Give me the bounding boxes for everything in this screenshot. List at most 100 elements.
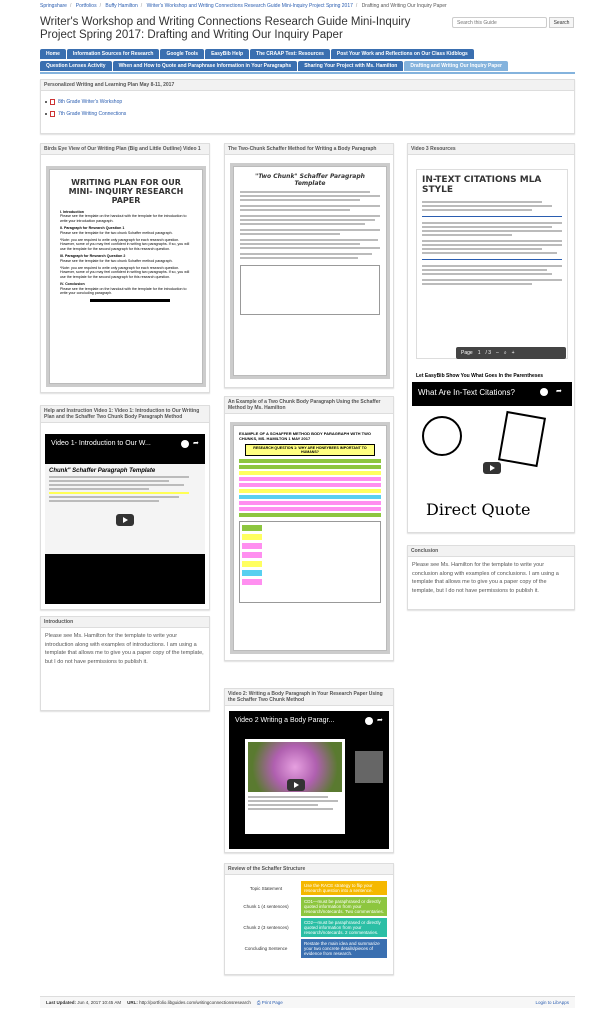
video-2-player[interactable]: Video 2 Writing a Body Paragr... ➦	[229, 711, 389, 849]
breadcrumb: Springshare / Portfolios / Buffy Hamilton /…	[40, 3, 447, 9]
zoom-out-button[interactable]: –	[496, 350, 499, 356]
head-drawing-icon	[422, 416, 462, 456]
box-header: An Example of a Two Chunk Body Paragraph…	[225, 397, 393, 414]
introduction-text: Please see Ms. Hamilton for the template…	[45, 633, 204, 665]
template-table	[240, 265, 380, 315]
video-2-box: Video 2: Writing a Body Paragraph in You…	[224, 688, 394, 853]
direct-quote-text: Direct Quote	[426, 500, 531, 519]
tab-easybib-help[interactable]: EasyBib Help	[205, 49, 250, 59]
play-button[interactable]	[483, 462, 501, 474]
page-title: Writer's Workshop and Writing Connection…	[40, 16, 411, 41]
play-button[interactable]	[116, 514, 134, 526]
breadcrumb-item[interactable]: Buffy Hamilton	[105, 3, 137, 9]
video-title: Video 2 Writing a Body Paragr...	[235, 717, 335, 724]
last-updated-label: Last Updated:	[46, 1000, 77, 1005]
play-button[interactable]	[287, 779, 305, 791]
tab-sharing-project[interactable]: Sharing Your Project with Ms. Hamilton	[298, 61, 404, 71]
login-link[interactable]: Login to LibApps	[535, 1000, 569, 1005]
arrow-icon	[90, 298, 170, 302]
page-total: / 3	[485, 350, 492, 356]
list-item: 7th Grade Writing Connections	[45, 111, 574, 117]
print-icon: ⎙	[256, 1000, 261, 1005]
review-row: Topic Statement Use the RACE strategy to …	[231, 881, 387, 895]
doc-title: WRITING PLAN FOR OUR MINI- INQUIRY RESEA…	[68, 178, 184, 205]
bullet	[45, 113, 47, 115]
box-header: Video 3 Resources	[408, 144, 574, 155]
doc-title: IN-TEXT CITATIONS MLA STYLE	[422, 175, 542, 195]
box-header: Help and Instruction Video 1: Video 1: I…	[41, 406, 209, 423]
zoom-in-button[interactable]: +	[512, 350, 515, 356]
print-label: Print Page	[261, 1000, 283, 1005]
video-title: What Are In-Text Citations?	[418, 388, 515, 397]
video-3-player[interactable]: What Are In-Text Citations? ➦ Direct Quo…	[412, 382, 572, 532]
search-button[interactable]: Search	[549, 17, 574, 28]
conclusion-text: Please see Ms. Hamilton for the template…	[412, 562, 559, 594]
clock-icon[interactable]	[365, 717, 373, 725]
review-row: Chunk 2 (3 sentences) CD2—must be paraphr…	[231, 918, 387, 937]
review-row: Concluding Sentence Restate the main idea…	[231, 939, 387, 958]
template-document[interactable]: "Two Chunk" Schaffer Paragraph Template	[233, 166, 387, 376]
link-7th-grade[interactable]: 7th Grade Writing Connections	[58, 111, 126, 117]
doc-title: "Two Chunk" Schaffer Paragraph Template	[255, 173, 365, 187]
review-row: Chunk 1 (4 sentences) CD1—must be paraphr…	[231, 897, 387, 916]
conclusion-box: Conclusion Please see Ms. Hamilton for t…	[407, 545, 575, 610]
share-icon[interactable]: ➦	[193, 440, 201, 448]
nav-row-1: Home Information Sources for Research Go…	[40, 49, 474, 59]
help-video-box: Help and Instruction Video 1: Video 1: I…	[40, 405, 210, 610]
example-table	[239, 521, 381, 603]
pdf-icon	[50, 99, 55, 105]
share-icon[interactable]: ➦	[556, 388, 564, 396]
breadcrumb-item[interactable]: Writer's Workshop and Writing Connection…	[147, 3, 353, 9]
video-3-box: Video 3 Resources IN-TEXT CITATIONS MLA …	[407, 143, 575, 533]
box-header: Video 2: Writing a Body Paragraph in You…	[225, 689, 393, 706]
video-1-player[interactable]: Video 1- Introduction to Our W... ➦ Chun…	[45, 434, 205, 604]
mla-document[interactable]: IN-TEXT CITATIONS MLA STYLE	[416, 169, 568, 359]
page-label: Page	[461, 350, 473, 356]
tab-quote-paraphrase[interactable]: When and How to Quote and Paraphrase Inf…	[112, 61, 298, 71]
search-input[interactable]	[452, 17, 547, 28]
pdf-page-controls: Page 1 / 3 – ⌕ +	[456, 347, 566, 359]
personalized-plan-box: Personalized Writing and Learning Plan M…	[40, 79, 575, 134]
breadcrumb-item[interactable]: Springshare	[40, 3, 67, 9]
tab-google-tools[interactable]: Google Tools	[160, 49, 205, 59]
tab-information-sources[interactable]: Information Sources for Research	[66, 49, 160, 59]
tab-kidblogs[interactable]: Post Your Work and Reflections on Our Cl…	[330, 49, 474, 59]
pdf-icon	[50, 111, 55, 117]
tab-drafting-writing[interactable]: Drafting and Writing Our Inquiry Paper	[404, 61, 508, 71]
research-question: RESEARCH QUESTION 1: WHY ARE HONEYBEES I…	[245, 444, 375, 456]
two-chunk-box: The Two-Chunk Schaffer Method for Writin…	[224, 143, 394, 388]
clock-icon[interactable]	[181, 440, 189, 448]
bullet	[45, 101, 47, 103]
example-box: An Example of a Two Chunk Body Paragraph…	[224, 396, 394, 661]
birds-eye-box: Birds Eye View of Our Writing Plan (Big …	[40, 143, 210, 393]
box-header: Birds Eye View of Our Writing Plan (Big …	[41, 144, 209, 155]
paper-drawing-icon	[497, 410, 547, 468]
introduction-box: Introduction Please see Ms. Hamilton for…	[40, 616, 210, 711]
last-updated: Jun 4, 2017 10:45 AM	[77, 1000, 122, 1005]
video-caption: Let EasyBib Show You What Goes In the Pa…	[416, 373, 544, 379]
nav-underline	[40, 72, 575, 74]
review-box: Review of the Schaffer Structure Topic S…	[224, 863, 394, 975]
url-label: URL:	[127, 1000, 138, 1005]
writing-plan-document[interactable]: WRITING PLAN FOR OUR MINI- INQUIRY RESEA…	[49, 169, 203, 384]
list-item: 8th Grade Writer's Workshop	[45, 99, 574, 105]
print-page-link[interactable]: ⎙ Print Page	[257, 1000, 283, 1005]
page-number-field[interactable]: 1	[478, 350, 481, 356]
tab-question-lenses[interactable]: Question Lenses Activity	[40, 61, 112, 71]
template-title: Chunk" Schaffer Paragraph Template	[49, 468, 156, 474]
nav-row-2: Question Lenses Activity When and How to…	[40, 61, 508, 71]
link-8th-grade[interactable]: 8th Grade Writer's Workshop	[58, 99, 122, 105]
box-header: Introduction	[41, 617, 209, 628]
box-header: Personalized Writing and Learning Plan M…	[41, 80, 574, 91]
clock-icon[interactable]	[540, 388, 548, 396]
box-header: Review of the Schaffer Structure	[225, 864, 393, 875]
box-header: The Two-Chunk Schaffer Method for Writin…	[225, 144, 393, 155]
url-value: http://portfolio.libguides.com/writingco…	[139, 1000, 251, 1005]
share-icon[interactable]: ➦	[377, 717, 385, 725]
zoom-icon: ⌕	[503, 350, 507, 356]
tab-craap-test[interactable]: The CRAAP Test: Resources	[250, 49, 330, 59]
breadcrumb-item[interactable]: Portfolios	[76, 3, 97, 9]
tab-home[interactable]: Home	[40, 49, 66, 59]
doc-title: EXAMPLE OF A SCHAFFER METHOD BODY PARAGR…	[239, 431, 371, 441]
example-document[interactable]: EXAMPLE OF A SCHAFFER METHOD BODY PARAGR…	[233, 425, 387, 651]
